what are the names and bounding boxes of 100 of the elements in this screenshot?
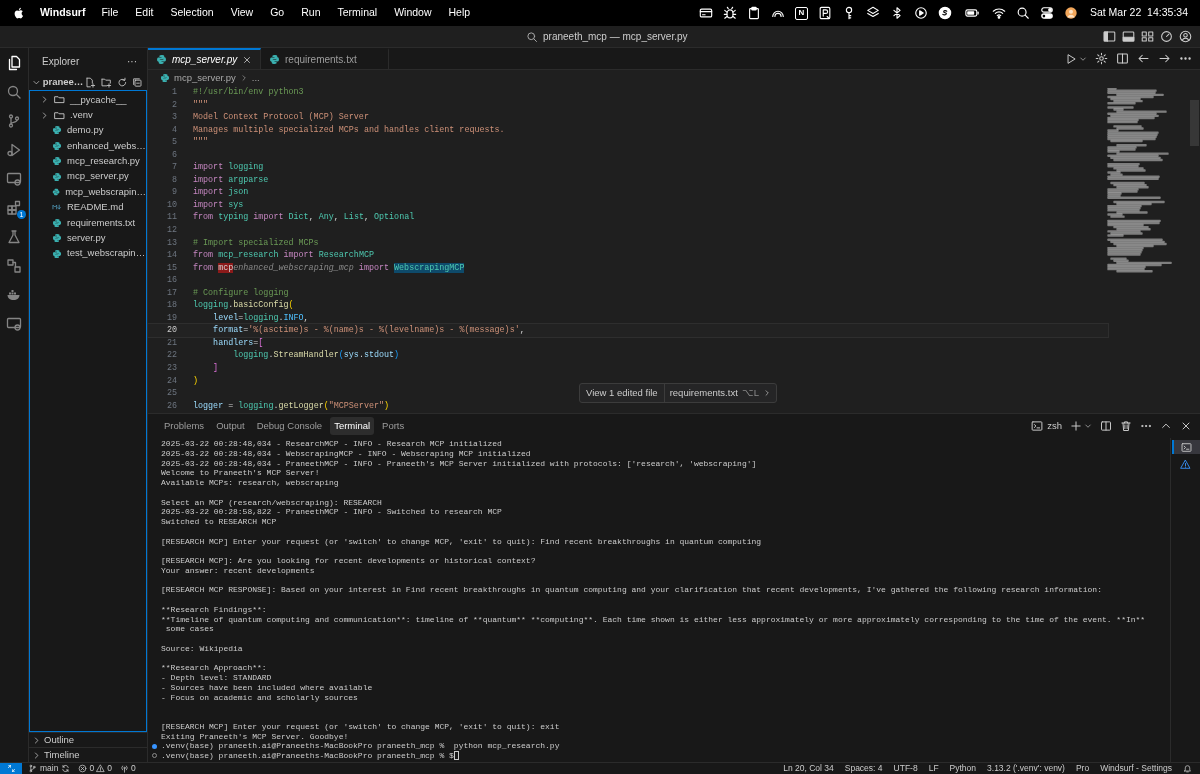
toggles-icon[interactable]: [1039, 6, 1054, 20]
back-arrow-icon[interactable]: [1137, 52, 1150, 65]
apple-logo-icon[interactable]: [12, 6, 26, 20]
letter-status-icon[interactable]: N: [794, 6, 808, 20]
new-file-icon[interactable]: [85, 76, 97, 88]
panel-tab[interactable]: Output: [212, 416, 249, 436]
ports-status[interactable]: 0: [119, 762, 136, 774]
python-icon: [52, 233, 62, 244]
panel-layout-icon[interactable]: [1122, 30, 1135, 43]
python-icon: [52, 156, 62, 167]
chevron-down-icon[interactable]: [1079, 54, 1087, 63]
status-item[interactable]: UTF-8: [893, 762, 918, 774]
command-search-field[interactable]: praneeth_mcp — mcp_server.py: [520, 27, 694, 46]
file-tree-item[interactable]: server.py: [30, 230, 146, 246]
branch-status[interactable]: main: [28, 762, 71, 774]
sidebar-layout-icon[interactable]: [1103, 30, 1116, 43]
scrollbar-thumb[interactable]: [1190, 100, 1199, 146]
terminal-list-item[interactable]: [1171, 440, 1200, 454]
file-tree-item[interactable]: test_webscrapin…: [30, 245, 146, 262]
status-item[interactable]: Spaces: 4: [844, 762, 883, 774]
python-icon: [52, 217, 62, 228]
close-icon[interactable]: [242, 54, 252, 65]
breadcrumb-item[interactable]: ...: [251, 70, 260, 86]
file-tree-item[interactable]: requirements.txt: [30, 215, 146, 231]
panel-tab[interactable]: Debug Console: [252, 416, 327, 436]
more-button[interactable]: ···: [127, 54, 137, 70]
refresh-icon[interactable]: [116, 76, 128, 88]
menu-item[interactable]: Go: [270, 5, 285, 21]
breadcrumb-item[interactable]: mcp_server.py: [174, 70, 236, 86]
menu-item[interactable]: Help: [448, 5, 471, 21]
play-icon[interactable]: [913, 6, 928, 20]
terminal-line: Exiting Praneeth's MCP Server. Goodbye!: [161, 731, 350, 742]
bell-icon[interactable]: [1183, 764, 1192, 773]
warning-icon[interactable]: [1180, 459, 1191, 470]
split-terminal-icon[interactable]: [1100, 420, 1112, 432]
app-menu[interactable]: Windsurf: [40, 5, 86, 21]
menu-item[interactable]: View: [230, 5, 254, 21]
clock-text[interactable]: Sat Mar 22 14:35:34: [1089, 5, 1188, 21]
view-edits-button[interactable]: View 1 edited file: [580, 384, 665, 402]
terminal-selector[interactable]: zsh: [1031, 418, 1062, 434]
panel-tab[interactable]: Terminal: [330, 416, 375, 436]
file-tree-item[interactable]: enhanced_webs…: [30, 138, 146, 154]
line-number: 24: [165, 374, 177, 388]
card-icon[interactable]: [698, 6, 713, 20]
trash-icon[interactable]: [1120, 420, 1132, 432]
file-tree-item[interactable]: README.md: [30, 199, 146, 216]
avatar-icon[interactable]: [1063, 6, 1078, 20]
flask-icon[interactable]: [6, 229, 22, 245]
status-item[interactable]: Windsurf - Settings: [1100, 762, 1172, 774]
files-icon[interactable]: [6, 55, 22, 71]
menu-item[interactable]: Run: [301, 5, 321, 21]
status-item[interactable]: LF: [928, 762, 939, 774]
file-tree-item[interactable]: __pycache__: [30, 91, 146, 108]
menu-item[interactable]: Window: [394, 5, 432, 21]
status-item[interactable]: 3.13.2 ('.venv': venv): [987, 762, 1065, 774]
settings-icon[interactable]: [1095, 52, 1108, 65]
file-tree-item[interactable]: mcp_research.py: [30, 153, 146, 169]
forward-arrow-icon[interactable]: [1158, 52, 1171, 65]
layers-icon[interactable]: [865, 6, 880, 20]
status-item[interactable]: Python: [949, 762, 977, 774]
gauge-icon[interactable]: [1160, 30, 1173, 43]
section-header[interactable]: Outline: [29, 732, 147, 747]
problems-status[interactable]: 0 0: [78, 762, 112, 774]
nodes-icon[interactable]: [6, 258, 22, 274]
plus-icon[interactable]: [1070, 420, 1082, 432]
menu-item[interactable]: Edit: [135, 5, 154, 21]
document-icon[interactable]: [817, 6, 832, 20]
file-tree-item[interactable]: demo.py: [30, 122, 146, 139]
bug-icon[interactable]: [722, 6, 737, 20]
disc-icon[interactable]: [937, 6, 952, 20]
account-icon[interactable]: [1179, 30, 1192, 43]
wifi-icon[interactable]: [991, 6, 1006, 20]
chevron-down-icon[interactable]: [1084, 422, 1092, 430]
blocks-icon[interactable]: [6, 200, 22, 216]
play-icon[interactable]: [1065, 52, 1077, 65]
status-item[interactable]: Ln 20, Col 34: [783, 762, 834, 774]
file-tree-item[interactable]: mcp_webscrapin…: [30, 184, 146, 200]
new-folder-icon[interactable]: [101, 76, 112, 88]
clipboard-icon[interactable]: [746, 6, 761, 20]
menu-item[interactable]: Selection: [170, 5, 214, 21]
collapse-icon[interactable]: [132, 76, 143, 88]
panel-tab[interactable]: Ports: [378, 416, 409, 436]
edited-file-button[interactable]: requirements.txt ⌥L: [664, 384, 777, 402]
whale-icon[interactable]: [6, 287, 22, 303]
panel-tab[interactable]: Problems: [160, 416, 209, 436]
menu-item[interactable]: File: [101, 5, 119, 21]
editor-tab[interactable]: mcp_server.py: [148, 48, 261, 69]
monitor-icon[interactable]: [6, 171, 22, 187]
close-icon[interactable]: [1180, 420, 1192, 432]
menu-item[interactable]: Terminal: [337, 5, 378, 21]
branch-icon[interactable]: [6, 113, 22, 129]
status-item[interactable]: Pro: [1075, 762, 1090, 774]
folder-name[interactable]: pranee…: [42, 75, 84, 90]
file-tree-item[interactable]: mcp_server.py: [30, 168, 146, 185]
monitor-icon[interactable]: [6, 316, 22, 332]
file-tree-item[interactable]: .venv: [30, 107, 146, 123]
remote-button[interactable]: [0, 762, 22, 774]
split-editor-icon[interactable]: [1116, 52, 1129, 65]
search-icon[interactable]: [1015, 6, 1030, 20]
grid-layout-icon[interactable]: [1141, 30, 1154, 43]
